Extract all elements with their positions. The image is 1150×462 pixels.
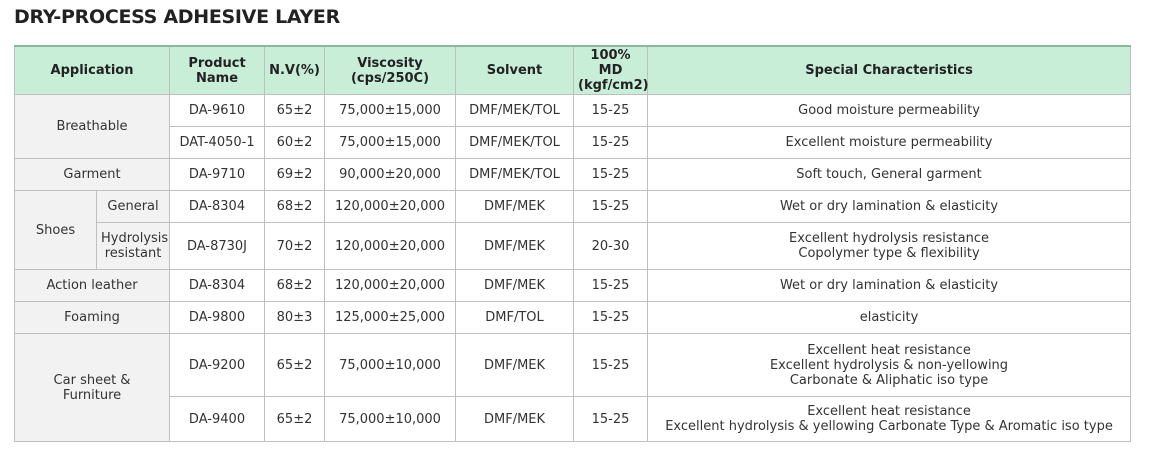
nv-cell: 80±3 [264,301,326,334]
header-solvent: Solvent [455,45,575,95]
solvent-cell: DMF/MEK [455,333,575,397]
viscosity-cell: 120,000±20,000 [324,269,457,302]
md-cell: 20-30 [573,222,649,270]
md-cell: 15-25 [573,333,649,397]
header-special-characteristics: Special Characteristics [647,45,1132,95]
header-application: Application [13,45,171,95]
product-name-cell: DA-9800 [169,301,266,334]
product-name-cell: DA-9710 [169,158,266,191]
category-foaming: Foaming [13,301,171,334]
table-row: Shoes General DA-8304 68±2 120,000±20,00… [14,190,1132,270]
header-viscosity: Viscosity (cps/250C) [324,45,457,95]
md-cell: 15-25 [573,396,649,442]
header-nv: N.V(%) [264,45,326,95]
table-row: Foaming DA-9800 80±3 125,000±25,000 DMF/… [13,301,1132,334]
table-row: Breathable DA-9610 65±2 75,000±15,000 DM… [13,94,1132,159]
table-header-row: Application Product Name N.V(%) Viscosit… [13,45,1132,95]
table-row: DA-9400 65±2 75,000±10,000 DMF/MEK 15-25… [15,396,1132,442]
viscosity-cell: 75,000±10,000 [324,333,457,397]
nv-cell: 65±2 [264,333,326,397]
special-cell: Wet or dry lamination & elasticity [647,269,1132,302]
solvent-cell: DMF/TOL [455,301,575,334]
special-cell: Soft touch, General garment [647,158,1132,191]
special-cell: Excellent hydrolysis resistance Copolyme… [647,222,1132,270]
viscosity-cell: 120,000±20,000 [324,222,457,270]
md-cell: 15-25 [573,301,649,334]
product-name-cell: DA-9610 [169,94,266,127]
md-cell: 15-25 [573,94,649,127]
nv-cell: 68±2 [264,190,326,223]
table-row: DAT-4050-1 60±2 75,000±15,000 DMF/MEK/TO… [15,126,1132,159]
nv-cell: 65±2 [264,396,326,442]
special-cell: Wet or dry lamination & elasticity [647,190,1132,223]
solvent-cell: DMF/MEK/TOL [455,126,575,159]
category-breathable: Breathable [13,94,171,159]
solvent-cell: DMF/MEK [455,222,575,270]
product-name-cell: DA-8304 [169,190,266,223]
md-cell: 15-25 [573,190,649,223]
category-car-sheet-furniture: Car sheet & Furniture [13,333,171,442]
md-cell: 15-25 [573,126,649,159]
solvent-cell: DMF/MEK [455,396,575,442]
md-cell: 15-25 [573,158,649,191]
nv-cell: 65±2 [264,94,326,127]
special-cell: Excellent heat resistance Excellent hydr… [647,333,1132,397]
solvent-cell: DMF/MEK/TOL [455,158,575,191]
viscosity-cell: 125,000±25,000 [324,301,457,334]
category-action-leather: Action leather [13,269,171,302]
viscosity-cell: 75,000±15,000 [324,94,457,127]
category-garment: Garment [13,158,171,191]
page-title: DRY-PROCESS ADHESIVE LAYER [14,6,340,28]
solvent-cell: DMF/MEK [455,269,575,302]
table-row: Action leather DA-8304 68±2 120,000±20,0… [13,269,1132,302]
solvent-cell: DMF/MEK [455,190,575,223]
header-md: 100% MD (kgf/cm2) [573,45,649,95]
subcategory-general: General [95,190,171,223]
special-cell: Excellent moisture permeability [647,126,1132,159]
product-name-cell: DA-8730J [169,222,266,270]
special-cell: Good moisture permeability [647,94,1132,127]
viscosity-cell: 120,000±20,000 [324,190,457,223]
viscosity-cell: 75,000±15,000 [324,126,457,159]
viscosity-cell: 75,000±10,000 [324,396,457,442]
nv-cell: 60±2 [264,126,326,159]
adhesive-spec-table: Application Product Name N.V(%) Viscosit… [13,45,1132,442]
nv-cell: 70±2 [264,222,326,270]
nv-cell: 69±2 [264,158,326,191]
nv-cell: 68±2 [264,269,326,302]
product-name-cell: DAT-4050-1 [169,126,266,159]
product-name-cell: DA-8304 [169,269,266,302]
special-cell: elasticity [647,301,1132,334]
table-row: Hydrolysis resistant DA-8730J 70±2 120,0… [15,222,1132,270]
product-name-cell: DA-9400 [169,396,266,442]
category-shoes: Shoes [14,190,97,270]
table-row: Garment DA-9710 69±2 90,000±20,000 DMF/M… [13,158,1132,191]
md-cell: 15-25 [573,269,649,302]
table-row: Car sheet & Furniture DA-9200 65±2 75,00… [13,333,1132,442]
header-product-name: Product Name [169,45,266,95]
special-cell: Excellent heat resistance Excellent hydr… [647,396,1132,442]
viscosity-cell: 90,000±20,000 [324,158,457,191]
subcategory-hydrolysis-resistant: Hydrolysis resistant [95,222,171,270]
solvent-cell: DMF/MEK/TOL [455,94,575,127]
product-name-cell: DA-9200 [169,333,266,397]
